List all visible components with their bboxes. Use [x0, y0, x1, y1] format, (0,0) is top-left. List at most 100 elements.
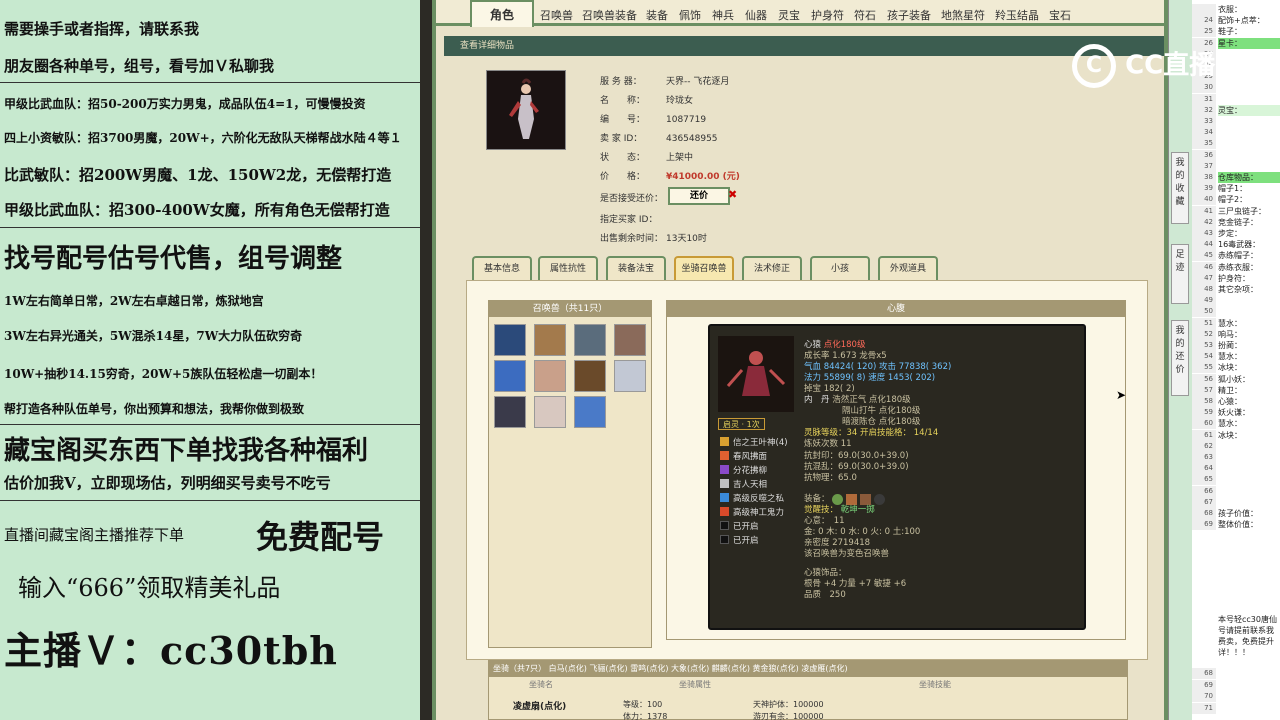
summon-avatar[interactable] — [534, 360, 566, 392]
sheet-note[interactable]: 本号轻cc30唐仙 — [1218, 614, 1280, 625]
tab-summon-equip[interactable]: 召唤兽装备 — [582, 7, 637, 23]
summon-avatar[interactable] — [574, 396, 606, 428]
tab-equip[interactable]: 装备 — [646, 7, 668, 23]
sheet-cell[interactable]: 孩子价值： — [1218, 508, 1280, 519]
sheet-note[interactable]: 费卖，免费提升 — [1218, 636, 1280, 647]
tab-summon[interactable]: 召唤兽 — [540, 7, 573, 23]
tab-spirit-treasure[interactable]: 灵宝 — [778, 7, 800, 23]
sheet-cell[interactable]: 冰块： — [1218, 430, 1280, 441]
sheet-cell[interactable] — [1218, 452, 1280, 463]
sheet-cell[interactable]: 响马： — [1218, 329, 1280, 340]
tab-jade-crystal[interactable]: 羚玉结晶 — [995, 7, 1039, 23]
sheet-cell[interactable]: 护身符： — [1218, 273, 1280, 284]
subtab-basic-info[interactable]: 基本信息 — [472, 256, 532, 280]
subtab-mounts-summons[interactable]: 坐骑召唤兽 — [674, 256, 734, 280]
tab-gem[interactable]: 宝石 — [1049, 7, 1071, 23]
sheet-cell[interactable]: 心猿： — [1218, 396, 1280, 407]
sheet-cell[interactable]: 赤练衣服： — [1218, 262, 1280, 273]
sheet-cell[interactable] — [1218, 463, 1280, 474]
summon-avatar[interactable] — [494, 396, 526, 428]
row-number: 45 — [1192, 250, 1216, 262]
sheet-cell[interactable] — [1218, 94, 1280, 105]
tab-divine-weapon[interactable]: 神兵 — [712, 7, 734, 23]
sheet-cell[interactable]: 精卫： — [1218, 385, 1280, 396]
sheet-cell[interactable] — [1218, 161, 1280, 172]
sheet-cell[interactable]: 衣服： — [1218, 4, 1280, 15]
subtab-spell-mod[interactable]: 法术修正 — [742, 256, 802, 280]
my-haggles-button[interactable]: 我的还价 — [1171, 320, 1189, 396]
subtab-equipment[interactable]: 装备法宝 — [606, 256, 666, 280]
sheet-cell[interactable]: 慧水： — [1218, 351, 1280, 362]
row-number: 39 — [1192, 183, 1216, 195]
tab-amulet[interactable]: 护身符 — [811, 7, 844, 23]
tab-child-equip[interactable]: 孩子装备 — [887, 7, 931, 23]
row-number: 64 — [1192, 463, 1216, 475]
subtab-appearance[interactable]: 外观道具 — [878, 256, 938, 280]
sheet-cell[interactable]: 灵宝： — [1218, 104, 1280, 116]
sheet-cell[interactable] — [1218, 295, 1280, 306]
haggle-button[interactable]: 还价 — [668, 187, 730, 205]
sheet-cell[interactable] — [1218, 138, 1280, 149]
sheet-cell[interactable]: 赤练帽子： — [1218, 250, 1280, 261]
sheet-cell[interactable]: 狐小妖： — [1218, 374, 1280, 385]
tab-rune[interactable]: 符石 — [854, 7, 876, 23]
sheet-cell[interactable] — [1218, 306, 1280, 317]
promo-line: 四上小资敏队：招3700男魔，20W+，六阶化无敌队天梯帮战水陆４等１ — [4, 131, 402, 145]
sheet-cell[interactable] — [1218, 441, 1280, 452]
tab-immortal-item[interactable]: 仙器 — [745, 7, 767, 23]
equip-icon[interactable] — [874, 494, 885, 505]
my-favorites-button[interactable]: 我的收藏 — [1171, 152, 1189, 224]
summon-avatar[interactable] — [574, 324, 606, 356]
sheet-cell[interactable]: 整体价值： — [1218, 519, 1280, 530]
close-icon[interactable]: ✖ — [728, 188, 737, 201]
sheet-cell[interactable] — [1218, 497, 1280, 508]
tab-star-charm[interactable]: 地煞星符 — [941, 7, 985, 23]
sheet-cell[interactable] — [1218, 127, 1280, 138]
summon-avatar[interactable] — [494, 324, 526, 356]
row-number: 46 — [1192, 261, 1216, 273]
sheet-cell[interactable]: 竞金链子： — [1218, 217, 1280, 228]
summon-avatar[interactable] — [614, 324, 646, 356]
sheet-cell[interactable]: 冰块： — [1218, 362, 1280, 373]
sheet-cell[interactable]: 其它杂项： — [1218, 284, 1280, 295]
skill-name: 分花拂柳 — [733, 466, 768, 476]
row-number: 55 — [1192, 362, 1216, 374]
info-label: 出售剩余时间： — [600, 234, 664, 244]
sheet-cell[interactable]: 慧水： — [1218, 318, 1280, 329]
row-number: 41 — [1192, 205, 1216, 217]
sheet-cell[interactable]: 慧水： — [1218, 418, 1280, 429]
sheet-cell[interactable]: 扮蔺： — [1218, 340, 1280, 351]
mount-tabs[interactable]: 坐骑（共7只） 白马(点化) 飞骊(点化) 雷鸣(点化) 大象(点化) 麒麟(点… — [489, 661, 1127, 677]
sheet-cell[interactable]: 帽子1： — [1218, 183, 1280, 194]
sheet-cell[interactable]: 帽子2： — [1218, 194, 1280, 205]
sheet-note[interactable]: 详！！！ — [1218, 647, 1280, 658]
sheet-note[interactable]: 号请提前联系我 — [1218, 625, 1280, 636]
tab-role[interactable]: 角色 — [470, 0, 534, 27]
sheet-cell[interactable] — [1218, 486, 1280, 497]
row-number: 40 — [1192, 194, 1216, 206]
sheet-cell[interactable]: 鞋子： — [1218, 26, 1280, 37]
treasure-pavilion-window: 角色 召唤兽 召唤兽装备 装备 佩饰 神兵 仙器 灵宝 护身符 符石 孩子装备 … — [432, 0, 1168, 720]
sheet-cell[interactable]: 仓库物品： — [1218, 172, 1280, 183]
sheet-cell[interactable]: 配饰+点萃： — [1218, 15, 1280, 26]
footprint-button[interactable]: 足迹 — [1171, 244, 1189, 304]
summon-avatar[interactable] — [534, 324, 566, 356]
summon-avatar[interactable] — [574, 360, 606, 392]
sheet-cell[interactable] — [1218, 150, 1280, 161]
subtab-child[interactable]: 小孩 — [810, 256, 870, 280]
promo-highlight: 免费配号 — [256, 518, 385, 556]
mount-skill: 天神护体：100000 — [753, 700, 824, 709]
sheet-cell[interactable] — [1218, 116, 1280, 127]
row-number: 63 — [1192, 452, 1216, 463]
sheet-cell[interactable] — [1218, 474, 1280, 485]
summon-avatar[interactable] — [534, 396, 566, 428]
info-label: 状 态： — [600, 153, 646, 163]
sheet-cell[interactable]: 妖火谦： — [1218, 407, 1280, 418]
tab-accessory[interactable]: 佩饰 — [679, 7, 701, 23]
subtab-attributes[interactable]: 属性抗性 — [538, 256, 598, 280]
sheet-cell[interactable]: 16毒武器： — [1218, 239, 1280, 250]
summon-avatar[interactable] — [494, 360, 526, 392]
summon-avatar[interactable] — [614, 360, 646, 392]
sheet-cell[interactable]: 三尸虫链子： — [1218, 206, 1280, 217]
sheet-cell[interactable]: 步定： — [1218, 228, 1280, 239]
